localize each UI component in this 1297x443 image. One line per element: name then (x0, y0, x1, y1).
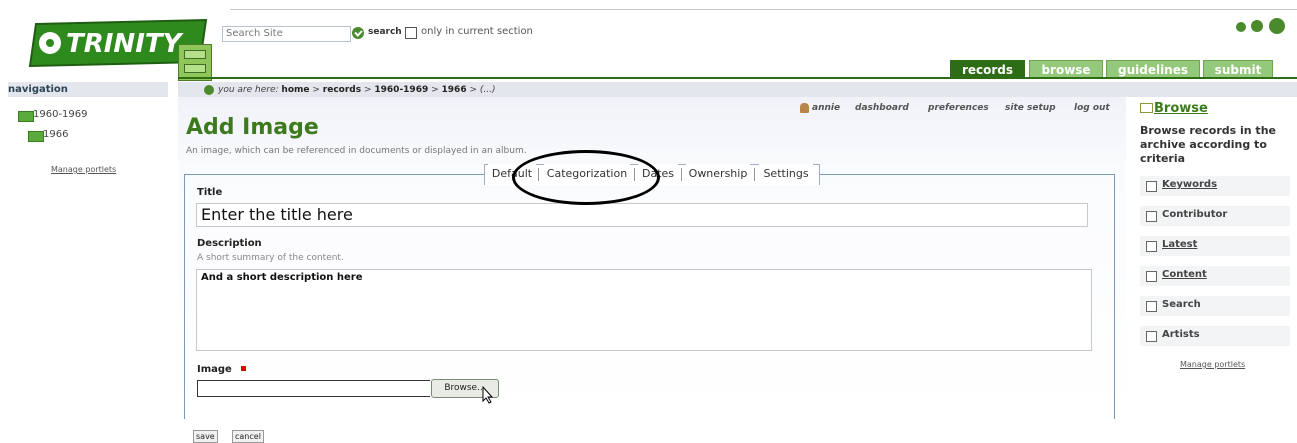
list-item[interactable]: Artists (1140, 326, 1290, 346)
page-title: Add Image (186, 115, 319, 140)
browse-search-link[interactable]: Search (1162, 299, 1201, 310)
personal-user[interactable]: annie (812, 103, 840, 113)
search-button[interactable]: search (368, 27, 402, 37)
nav-item-1960-1969[interactable]: 1960-1969 (33, 109, 88, 120)
form-tab-ownership[interactable]: Ownership (686, 164, 750, 184)
cancel-button[interactable]: cancel (232, 430, 264, 443)
browse-portlet-title[interactable]: Browse (1154, 101, 1208, 116)
folder-icon (28, 131, 44, 142)
user-icon (800, 103, 809, 113)
breadcrumb-separator: > (363, 85, 372, 95)
list-item[interactable]: Content (1140, 266, 1290, 286)
save-button[interactable]: save (193, 430, 218, 443)
personal-site-setup[interactable]: site setup (1005, 103, 1056, 113)
image-file-input[interactable] (197, 380, 430, 397)
page-description: An image, which can be referenced in doc… (186, 146, 527, 156)
folder-icon (18, 111, 34, 122)
browse-artists-link[interactable]: Artists (1162, 329, 1200, 340)
logo-text: TRINITY (66, 29, 185, 59)
portlet-link-icon (1146, 241, 1157, 252)
breadcrumb-1960-1969[interactable]: 1960-1969 (374, 85, 428, 95)
mouse-cursor-icon (482, 386, 494, 404)
breadcrumb-prefix: you are here: (218, 85, 279, 95)
list-item[interactable]: Latest (1140, 236, 1290, 256)
breadcrumb-home[interactable]: home (281, 85, 309, 95)
top-divider (230, 9, 1297, 10)
only-current-section-checkbox[interactable] (405, 27, 417, 39)
personal-log-out[interactable]: log out (1074, 103, 1110, 113)
image-label: Image (197, 364, 232, 375)
required-marker (241, 366, 246, 371)
browse-folder-icon (1140, 103, 1153, 113)
portlet-link-icon (1146, 331, 1157, 342)
text-size-small-icon[interactable] (1236, 22, 1246, 32)
personal-dashboard[interactable]: dashboard (855, 103, 909, 113)
breadcrumb-icon (204, 85, 214, 95)
breadcrumb-records[interactable]: records (323, 85, 361, 95)
fieldset-border (184, 174, 185, 419)
browse-contributor-link[interactable]: Contributor (1162, 209, 1227, 220)
browse-latest-link[interactable]: Latest (1162, 239, 1197, 250)
breadcrumb-current: (...) (479, 85, 496, 95)
search-go-icon[interactable] (352, 27, 364, 39)
personal-preferences[interactable]: preferences (928, 103, 989, 113)
description-help: A short summary of the content. (197, 253, 344, 263)
fieldset-border (818, 174, 1114, 175)
description-label: Description (197, 238, 262, 249)
title-label: Title (197, 187, 223, 198)
nav-item-1966[interactable]: 1966 (43, 129, 68, 140)
browse-portlet-description: Browse records in the archive according … (1140, 124, 1276, 165)
tab-bar-line (178, 77, 1297, 79)
form-tab-settings[interactable]: Settings (759, 164, 813, 184)
manage-portlets-left[interactable]: Manage portlets (51, 165, 116, 174)
fieldset-border (184, 174, 484, 175)
list-item[interactable]: Contributor (1140, 206, 1290, 226)
breadcrumb-1966[interactable]: 1966 (442, 85, 467, 95)
list-item[interactable]: Keywords (1140, 176, 1290, 196)
breadcrumb-separator: > (431, 85, 439, 95)
filing-cabinet-icon (178, 44, 212, 81)
navigation-heading: navigation (8, 82, 168, 97)
title-field[interactable]: Enter the title here (196, 203, 1088, 227)
text-size-normal-icon[interactable] (1251, 20, 1263, 32)
portlet-link-icon (1146, 211, 1157, 222)
description-field[interactable]: And a short description here (196, 269, 1092, 351)
fieldset-border (1114, 174, 1115, 419)
annotation-circle (512, 150, 660, 205)
tab-separator (681, 168, 682, 181)
tab-separator (754, 168, 755, 181)
breadcrumb-separator: > (469, 85, 478, 95)
portlet-link-icon (1146, 271, 1157, 282)
search-input[interactable]: Search Site (222, 26, 351, 42)
portlet-link-icon (1146, 181, 1157, 192)
only-current-section-label: only in current section (421, 26, 533, 37)
portlet-link-icon (1146, 301, 1157, 312)
manage-portlets-right[interactable]: Manage portlets (1180, 360, 1245, 369)
list-item[interactable]: Search (1140, 296, 1290, 316)
browse-keywords-link[interactable]: Keywords (1162, 179, 1217, 190)
breadcrumb-separator: > (312, 85, 320, 95)
browse-content-link[interactable]: Content (1162, 269, 1207, 280)
breadcrumb: you are here: home > records > 1960-1969… (218, 85, 496, 95)
text-size-large-icon[interactable] (1269, 18, 1285, 34)
